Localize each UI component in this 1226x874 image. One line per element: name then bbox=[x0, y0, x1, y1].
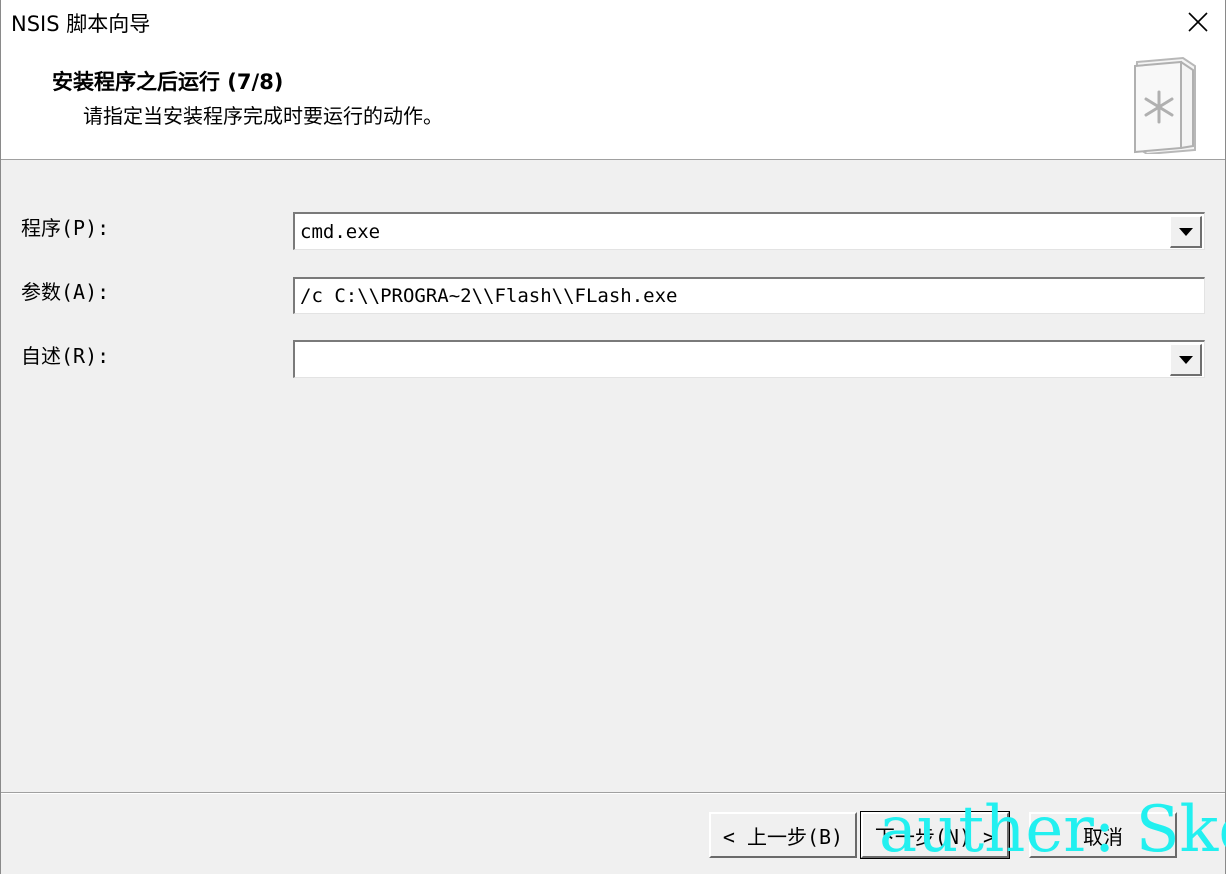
back-button[interactable]: < 上一步(B) bbox=[709, 812, 857, 858]
footer-divider bbox=[1, 792, 1225, 794]
description-combobox[interactable] bbox=[293, 340, 1205, 378]
program-label: 程序(P): bbox=[21, 216, 110, 240]
chevron-down-icon bbox=[1178, 355, 1193, 364]
next-button[interactable]: 下一步(N) > bbox=[860, 811, 1010, 859]
close-button[interactable] bbox=[1171, 0, 1225, 44]
program-dropdown-button[interactable] bbox=[1170, 216, 1202, 248]
program-value: cmd.exe bbox=[300, 221, 381, 243]
window-title: NSIS 脚本向导 bbox=[11, 12, 151, 36]
wizard-header: 安装程序之后运行 (7/8) 请指定当安装程序完成时要运行的动作。 bbox=[1, 44, 1225, 160]
nsis-wizard-window: NSIS 脚本向导 安装程序之后运行 (7/8) 请指定当安装程序完成时要运行的… bbox=[0, 0, 1226, 874]
description-dropdown-button[interactable] bbox=[1170, 344, 1202, 376]
page-title: 安装程序之后运行 (7/8) bbox=[52, 70, 284, 94]
params-input[interactable] bbox=[295, 279, 1204, 313]
cancel-button[interactable]: 取消 bbox=[1029, 812, 1177, 858]
description-label: 自述(R): bbox=[21, 344, 110, 368]
close-icon bbox=[1188, 12, 1208, 32]
params-field[interactable] bbox=[293, 277, 1205, 314]
title-bar: NSIS 脚本向导 bbox=[1, 0, 1225, 44]
params-label: 参数(A): bbox=[21, 280, 110, 304]
wizard-book-icon bbox=[1133, 56, 1196, 154]
program-combobox[interactable]: cmd.exe bbox=[293, 212, 1205, 250]
page-subtitle: 请指定当安装程序完成时要运行的动作。 bbox=[83, 104, 443, 128]
chevron-down-icon bbox=[1178, 227, 1193, 236]
